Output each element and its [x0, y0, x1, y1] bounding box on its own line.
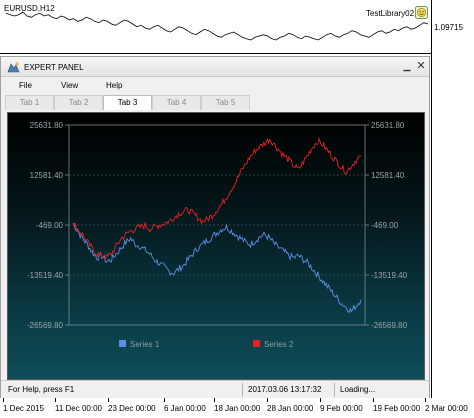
- date-label: 28 Jan 00:00: [267, 404, 314, 413]
- tab-4[interactable]: Tab 4: [152, 95, 201, 110]
- date-tick: [3, 398, 4, 402]
- expert-smiley-icon[interactable]: [415, 6, 428, 19]
- status-loading: Loading...: [340, 385, 376, 394]
- date-tick: [373, 398, 374, 402]
- panel-tab-bar: Tab 1 Tab 2 Tab 3 Tab 4 Tab 5: [1, 94, 429, 110]
- minimize-icon[interactable]: ▁: [401, 60, 413, 72]
- date-tick: [55, 398, 56, 402]
- tab-5[interactable]: Tab 5: [201, 95, 250, 110]
- series-line-2: [72, 136, 362, 261]
- legend-swatch-1: [119, 340, 126, 347]
- date-label: 1 Dec 2015: [3, 404, 44, 413]
- expert-panel-window[interactable]: EXPERT PANEL ▁ ✕ File View Help Tab 1 Ta…: [0, 56, 430, 398]
- series-chart-svg: 25631.80 25631.80 12581.40 12581.40 -469.00 -…: [27, 121, 408, 349]
- date-label: 19 Feb 00:00: [373, 404, 421, 413]
- y-tick-label-right: 25631.80: [371, 121, 405, 130]
- y-tick-label-right: -26569.80: [371, 321, 408, 330]
- price-axis-separator: [431, 0, 432, 398]
- panel-title-bar[interactable]: EXPERT PANEL ▁ ✕: [1, 57, 429, 77]
- y-tick-label-left: 25631.80: [30, 121, 64, 130]
- series-chart: 25631.80 25631.80 12581.40 12581.40 -469.00 -…: [7, 112, 425, 380]
- menu-file[interactable]: File: [19, 81, 32, 90]
- status-help-text: For Help, press F1: [8, 385, 75, 394]
- tab-3[interactable]: Tab 3: [103, 95, 152, 110]
- legend-swatch-2: [253, 340, 260, 347]
- y-tick-label-left: -26569.80: [27, 321, 64, 330]
- current-price-label: 1.09715: [434, 23, 463, 32]
- tab-1[interactable]: Tab 1: [5, 95, 54, 110]
- date-tick: [214, 398, 215, 402]
- tab-2[interactable]: Tab 2: [54, 95, 103, 110]
- y-tick-label-right: -469.00: [371, 221, 399, 230]
- date-label: 9 Feb 00:00: [320, 404, 363, 413]
- date-label: 6 Jan 00:00: [164, 404, 206, 413]
- legend-label-2: Series 2: [264, 340, 294, 349]
- menu-help[interactable]: Help: [106, 81, 122, 90]
- date-tick: [108, 398, 109, 402]
- panel-menu-bar: File View Help: [1, 77, 429, 94]
- menu-view[interactable]: View: [61, 81, 78, 90]
- date-label: 2 Mar 00:00: [425, 404, 468, 413]
- date-tick: [425, 398, 426, 402]
- date-tick: [320, 398, 321, 402]
- expert-name-label: TestLibrary02: [366, 9, 415, 18]
- panel-status-bar: For Help, press F1 2017.03.06 13:17:32 L…: [1, 380, 429, 398]
- y-tick-label-right: -13519.40: [371, 271, 408, 280]
- date-label: 11 Dec 00:00: [55, 404, 102, 413]
- chart-symbol-label: EURUSD,H12: [4, 4, 55, 13]
- date-tick: [267, 398, 268, 402]
- close-icon[interactable]: ✕: [415, 60, 427, 72]
- price-line: [5, 11, 429, 41]
- y-tick-label-left: -13519.40: [27, 271, 64, 280]
- panel-title: EXPERT PANEL: [24, 63, 84, 72]
- y-tick-label-right: 12581.40: [371, 171, 405, 180]
- date-label: 18 Jan 00:00: [214, 404, 261, 413]
- y-tick-label-left: -469.00: [36, 221, 64, 230]
- y-tick-label-left: 12581.40: [30, 171, 64, 180]
- date-axis: 1 Dec 2015 11 Dec 00:00 23 Dec 00:00 6 Jan …: [0, 398, 474, 418]
- date-label: 23 Dec 00:00: [108, 404, 156, 413]
- date-tick: [164, 398, 165, 402]
- series-line-1: [72, 223, 362, 314]
- legend-label-1: Series 1: [130, 340, 160, 349]
- status-datetime: 2017.03.06 13:17:32: [248, 385, 322, 394]
- main-price-chart[interactable]: EURUSD,H12 TestLibrary02 1.09715: [0, 0, 474, 54]
- expert-panel-icon: [7, 62, 20, 73]
